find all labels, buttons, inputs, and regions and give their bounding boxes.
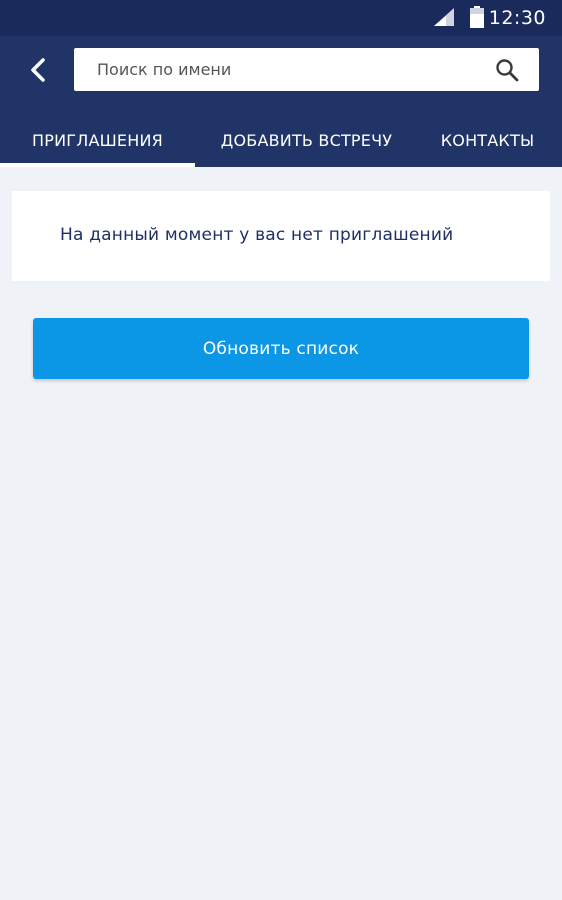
- back-button[interactable]: [18, 48, 62, 92]
- tab-bar: ПРИГЛАШЕНИЯ ДОБАВИТЬ ВСТРЕЧУ КОНТАКТЫ: [0, 122, 562, 167]
- search-box: [74, 48, 539, 91]
- refresh-list-button[interactable]: Обновить список: [33, 318, 529, 379]
- app-screen: 12:30 ПРИГЛАШЕНИЯ ДОБАВИТЬ ВСТРЕЧУ КОНТА…: [0, 0, 562, 900]
- app-bar: ПРИГЛАШЕНИЯ ДОБАВИТЬ ВСТРЕЧУ КОНТАКТЫ: [0, 36, 562, 167]
- search-icon[interactable]: [495, 58, 519, 82]
- back-arrow-icon: [31, 58, 45, 82]
- tab-invitations[interactable]: ПРИГЛАШЕНИЯ: [0, 122, 195, 167]
- tab-contacts[interactable]: КОНТАКТЫ: [420, 122, 555, 167]
- tab-add-meeting[interactable]: ДОБАВИТЬ ВСТРЕЧУ: [204, 122, 409, 167]
- status-time: 12:30: [488, 7, 546, 29]
- selected-tab-indicator: [0, 163, 195, 167]
- signal-icon: [434, 8, 454, 26]
- empty-state-card: На данный момент у вас нет приглашений: [12, 191, 550, 281]
- empty-state-message: На данный момент у вас нет приглашений: [60, 225, 454, 245]
- battery-icon: [470, 6, 484, 28]
- status-bar: 12:30: [0, 0, 562, 36]
- search-input[interactable]: [74, 48, 497, 91]
